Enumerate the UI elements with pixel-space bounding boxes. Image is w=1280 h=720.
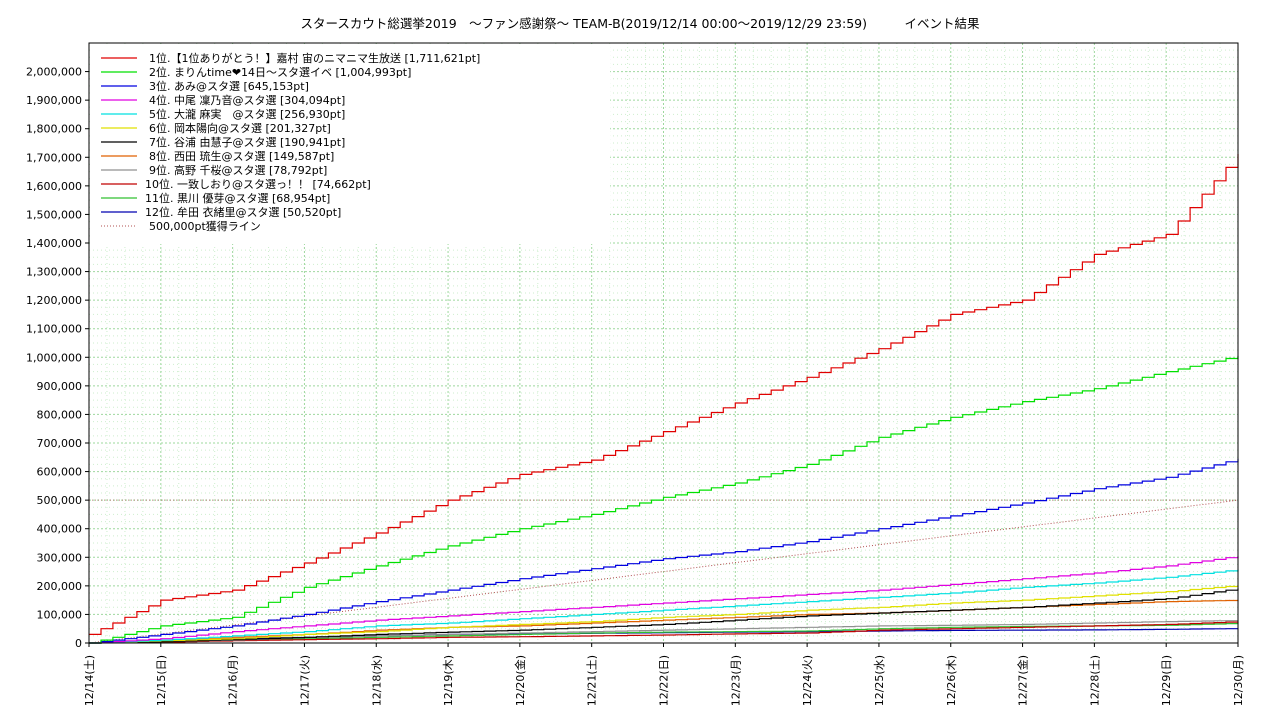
legend-entry: 1位.【1位ありがとう！】嘉村 宙のニマニマ生放送 [1,711,621pt] (149, 51, 480, 65)
y-tick-label: 300,000 (37, 551, 83, 564)
y-tick-label: 900,000 (37, 380, 83, 393)
x-tick-label: 12/25(水) (873, 655, 886, 706)
legend-entry: 8位. 西田 琉生@スタ選 [149,587pt] (149, 149, 334, 163)
line-chart: 0 100,000 200,000 300,000 400,000 500,000 600,… (26, 42, 1245, 706)
legend-entry: 3位. あみ@スタ選 [645,153pt] (149, 79, 309, 93)
y-tick-label: 0 (75, 637, 82, 650)
x-tick-label: 12/23(月) (729, 655, 742, 706)
x-tick-label: 12/21(土) (586, 655, 599, 706)
y-tick-label: 1,500,000 (26, 208, 82, 221)
y-tick-label: 1,600,000 (26, 180, 82, 193)
legend-entry: 4位. 中尾 凜乃音@スタ選 [304,094pt] (149, 93, 345, 107)
x-tick-label: 12/20(金) (513, 655, 527, 706)
y-tick-label: 1,000,000 (26, 351, 82, 364)
legend-entry: 11位. 黒川 優芽@スタ選 [68,954pt] (145, 191, 330, 205)
x-tick-label: 12/30(月) (1232, 655, 1245, 706)
x-tick-label: 12/17(火) (298, 655, 311, 706)
x-tick-label: 12/24(火) (801, 655, 814, 706)
y-tick-label: 1,300,000 (26, 266, 82, 279)
y-tick-label: 700,000 (37, 437, 83, 450)
x-tick-label: 12/18(水) (370, 655, 383, 706)
x-tick-label: 12/19(木) (442, 655, 455, 706)
legend-entry: 7位. 谷浦 由慧子@スタ選 [190,941pt] (149, 135, 345, 149)
legend-entry: 2位. まりんtime❤14日～スタ選イベ [1,004,993pt] (149, 65, 411, 79)
legend: 1位.【1位ありがとう！】嘉村 宙のニマニマ生放送 [1,711,621pt]2… (90, 44, 610, 244)
y-tick-label: 1,800,000 (26, 123, 82, 136)
y-tick-label: 1,900,000 (26, 94, 82, 107)
y-tick-label: 100,000 (37, 608, 83, 621)
y-tick-label: 1,400,000 (26, 237, 82, 250)
y-tick-label: 1,700,000 (26, 151, 82, 164)
legend-entry: 12位. 牟田 衣緒里@スタ選 [50,520pt] (145, 205, 341, 219)
y-axis-ticks: 0 100,000 200,000 300,000 400,000 500,000 600,… (26, 66, 89, 650)
y-tick-label: 200,000 (37, 580, 83, 593)
legend-entry: 500,000pt獲得ライン (149, 220, 261, 233)
x-tick-label: 12/27(金) (1016, 655, 1030, 706)
legend-entry: 5位. 大瀧 麻実 @スタ選 [256,930pt] (149, 107, 345, 121)
y-tick-label: 600,000 (37, 466, 83, 479)
x-tick-label: 12/28(土) (1088, 655, 1101, 706)
y-tick-label: 500,000 (37, 494, 83, 507)
y-tick-label: 400,000 (37, 523, 83, 536)
x-axis-ticks: 12/14(土) 12/15(日) 12/16(月) 12/17(火) 12/18(水)… (83, 643, 1245, 706)
x-tick-label: 12/14(土) (83, 655, 96, 706)
legend-entry: 10位. 一致しおり@スタ選っ！！ [74,662pt] (145, 177, 371, 191)
y-tick-label: 2,000,000 (26, 66, 82, 79)
x-tick-label: 12/22(日) (658, 655, 671, 706)
x-tick-label: 12/29(日) (1160, 655, 1173, 706)
y-tick-label: 1,100,000 (26, 323, 82, 336)
x-tick-label: 12/26(木) (945, 655, 958, 706)
legend-entry: 9位. 高野 千桜@スタ選 [78,792pt] (149, 163, 327, 177)
y-tick-label: 1,200,000 (26, 294, 82, 307)
x-tick-label: 12/16(月) (227, 655, 240, 706)
y-tick-label: 800,000 (37, 408, 83, 421)
x-tick-label: 12/15(日) (155, 655, 168, 706)
legend-entry: 6位. 岡本陽向@スタ選 [201,327pt] (149, 121, 331, 135)
